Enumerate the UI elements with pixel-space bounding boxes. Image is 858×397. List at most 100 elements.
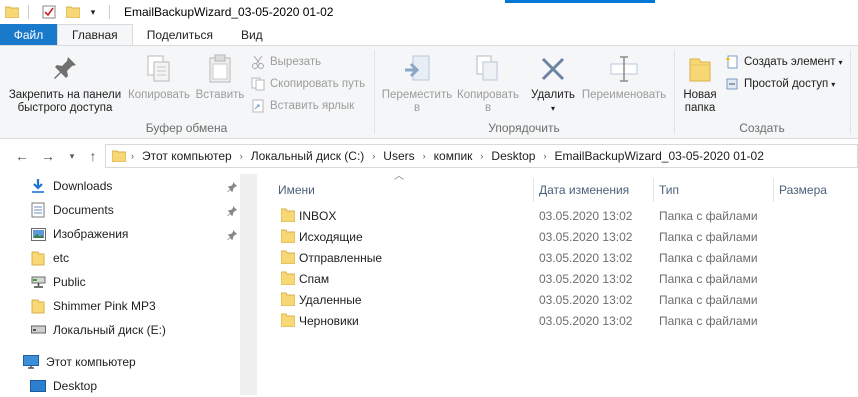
file-row[interactable]: INBOX 03.05.2020 13:02 Папка с файлами bbox=[257, 205, 858, 226]
breadcrumb-this-pc[interactable]: Этот компьютер bbox=[139, 149, 235, 163]
new-folder-button[interactable]: Новая папка bbox=[678, 51, 722, 115]
file-type: Папка с файлами bbox=[659, 313, 758, 328]
easy-access-button[interactable]: Простой доступ ▾ bbox=[724, 74, 835, 94]
nav-item-label: Desktop bbox=[53, 379, 98, 393]
tab-view[interactable]: Вид bbox=[227, 24, 277, 45]
folder-icon bbox=[281, 271, 295, 285]
paste-shortcut-label: Вставить ярлык bbox=[270, 100, 355, 112]
divider bbox=[374, 50, 375, 134]
download-icon bbox=[30, 178, 46, 194]
new-folder-label-1: Новая bbox=[683, 89, 717, 101]
copy-label: Копировать bbox=[128, 89, 190, 101]
file-date: 03.05.2020 13:02 bbox=[539, 229, 633, 244]
delete-button[interactable]: Удалить ▾ bbox=[528, 51, 578, 115]
file-row[interactable]: Исходящие 03.05.2020 13:02 Папка с файла… bbox=[257, 226, 858, 247]
breadcrumb-drive-c[interactable]: Локальный диск (C:) bbox=[248, 149, 368, 163]
folder-icon bbox=[281, 313, 295, 327]
file-row[interactable]: Удаленные 03.05.2020 13:02 Папка с файла… bbox=[257, 289, 858, 310]
properties-icon[interactable] bbox=[41, 4, 57, 20]
breadcrumb-separator-icon[interactable]: › bbox=[367, 151, 380, 161]
breadcrumb-separator-icon[interactable]: › bbox=[475, 151, 488, 161]
breadcrumb-separator-icon[interactable]: › bbox=[538, 151, 551, 161]
file-date: 03.05.2020 13:02 bbox=[539, 250, 633, 265]
copy-path-button[interactable]: Скопировать путь bbox=[250, 74, 365, 94]
folder-icon bbox=[281, 250, 295, 264]
cut-button[interactable]: Вырезать bbox=[250, 52, 321, 72]
tab-home[interactable]: Главная bbox=[57, 24, 133, 45]
breadcrumb-user[interactable]: компик bbox=[431, 149, 476, 163]
breadcrumb-users[interactable]: Users bbox=[380, 149, 417, 163]
nav-item-downloads[interactable]: Downloads bbox=[30, 175, 112, 197]
divider bbox=[674, 50, 675, 134]
new-item-button[interactable]: Создать элемент ▾ bbox=[724, 52, 843, 72]
file-row[interactable]: Отправленные 03.05.2020 13:02 Папка с фа… bbox=[257, 247, 858, 268]
file-name: Спам bbox=[299, 271, 330, 286]
address-bar[interactable]: › Этот компьютер › Локальный диск (C:) ›… bbox=[105, 144, 858, 168]
move-to-button[interactable]: Переместить в bbox=[380, 51, 454, 115]
column-header-type[interactable]: Тип bbox=[653, 178, 679, 202]
nav-item-pictures[interactable]: Изображения bbox=[30, 223, 128, 245]
nav-item-label: Shimmer Pink MP3 bbox=[53, 299, 156, 313]
pin-label-line2: быстрого доступа bbox=[17, 102, 113, 114]
copy-path-label: Скопировать путь bbox=[270, 78, 366, 90]
drive-icon bbox=[30, 322, 46, 338]
breadcrumb-desktop[interactable]: Desktop bbox=[488, 149, 538, 163]
folder-icon[interactable] bbox=[4, 4, 20, 20]
new-folder-icon[interactable] bbox=[65, 4, 81, 20]
tab-share[interactable]: Поделиться bbox=[133, 24, 227, 45]
clipboard-group: Закрепить на панели быстрого доступа Коп… bbox=[0, 46, 373, 138]
nav-item-this-pc[interactable]: Этот компьютер bbox=[23, 351, 136, 373]
rename-button[interactable]: Переименовать bbox=[578, 51, 670, 102]
up-arrow-icon[interactable]: ↑ bbox=[81, 144, 105, 168]
file-row[interactable]: Черновики 03.05.2020 13:02 Папка с файла… bbox=[257, 310, 858, 331]
pin-icon bbox=[52, 51, 78, 87]
file-type: Папка с файлами bbox=[659, 229, 758, 244]
breadcrumb-separator-icon[interactable]: › bbox=[418, 151, 431, 161]
title-accent-bar bbox=[505, 0, 655, 3]
breadcrumb-separator-icon[interactable]: › bbox=[235, 151, 248, 161]
pin-icon[interactable] bbox=[226, 205, 238, 217]
title-bar: ▾ EmailBackupWizard_03-05-2020 01-02 bbox=[0, 0, 858, 24]
pin-icon[interactable] bbox=[226, 181, 238, 193]
pin-quick-access-button[interactable]: Закрепить на панели быстрого доступа bbox=[6, 51, 124, 115]
nav-item-drive-e[interactable]: Локальный диск (E:) bbox=[30, 319, 166, 341]
nav-item-label: etc bbox=[53, 251, 70, 265]
nav-item-documents[interactable]: Documents bbox=[30, 199, 114, 221]
forward-arrow-icon[interactable]: → bbox=[36, 144, 60, 168]
back-arrow-icon[interactable]: ← bbox=[10, 144, 34, 168]
folder-icon bbox=[281, 292, 295, 306]
move-to-icon bbox=[403, 51, 431, 87]
folder-icon bbox=[281, 208, 295, 222]
nav-item-label: Downloads bbox=[53, 179, 113, 193]
pin-icon[interactable] bbox=[226, 229, 238, 241]
breadcrumb-current-folder[interactable]: EmailBackupWizard_03-05-2020 01-02 bbox=[551, 149, 766, 163]
file-name: Исходящие bbox=[299, 229, 363, 244]
tab-file[interactable]: Файл bbox=[0, 24, 57, 45]
column-header-size[interactable]: Размера bbox=[773, 178, 827, 202]
nav-item-label: Public bbox=[53, 275, 86, 289]
file-type: Папка с файлами bbox=[659, 208, 758, 223]
column-header-date-modified[interactable]: Дата изменения bbox=[533, 178, 629, 202]
organize-group-label: Упорядочить bbox=[488, 121, 560, 135]
chevron-down-icon[interactable]: ▾ bbox=[551, 102, 555, 115]
paste-button[interactable]: Вставить bbox=[192, 51, 248, 102]
file-row[interactable]: Спам 03.05.2020 13:02 Папка с файлами bbox=[257, 268, 858, 289]
nav-item-desktop[interactable]: Desktop bbox=[30, 375, 97, 397]
copy-to-button[interactable]: Копировать в bbox=[454, 51, 522, 115]
new-item-label: Создать элемент bbox=[744, 56, 836, 68]
chevron-down-icon[interactable]: ▾ bbox=[85, 4, 101, 20]
file-name: Удаленные bbox=[299, 292, 362, 307]
paste-shortcut-button[interactable]: Вставить ярлык bbox=[250, 96, 354, 116]
nav-item-label: Documents bbox=[53, 203, 114, 217]
copy-button[interactable]: Копировать bbox=[126, 51, 192, 102]
nav-item-etc[interactable]: etc bbox=[30, 247, 69, 269]
move-to-label-1: Переместить bbox=[381, 89, 453, 101]
copy-to-icon bbox=[475, 51, 501, 87]
breadcrumb-separator-icon[interactable]: › bbox=[126, 151, 139, 161]
nav-item-shimmer-pink-mp3[interactable]: Shimmer Pink MP3 bbox=[30, 295, 156, 317]
column-header-name[interactable]: Имени bbox=[272, 178, 315, 202]
nav-item-label: Локальный диск (E:) bbox=[53, 323, 166, 337]
navigation-pane-scrollbar[interactable] bbox=[240, 174, 257, 395]
nav-item-public[interactable]: Public bbox=[30, 271, 86, 293]
file-list: ︿ Имени Дата изменения Тип Размера INBOX… bbox=[257, 171, 858, 395]
